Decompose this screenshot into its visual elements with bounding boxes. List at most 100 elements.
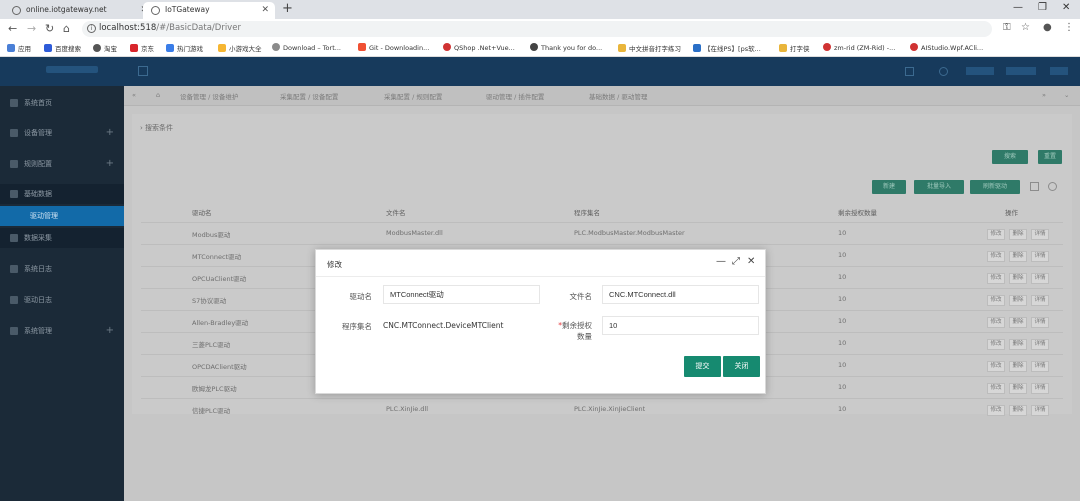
row-action-button[interactable]: 删除 — [1009, 229, 1027, 240]
close-button[interactable]: 关闭 — [723, 356, 760, 377]
bookmark-item[interactable]: 淘宝 — [93, 43, 117, 53]
close-window-button[interactable]: ✕ — [1062, 2, 1070, 13]
sidebar-item-syslog[interactable]: 系统日志 — [0, 259, 124, 279]
driver-name-field[interactable]: MTConnect驱动 — [383, 285, 540, 304]
bookmark-item[interactable]: 中文拼音打字练习 — [618, 43, 681, 53]
settings-icon[interactable] — [966, 67, 994, 75]
sidebar-item-rules[interactable]: 规则配置 + — [0, 154, 124, 174]
fullscreen-icon[interactable] — [905, 67, 914, 76]
bookmark-item[interactable]: 热门游戏 — [166, 43, 203, 53]
new-tab-button[interactable]: + — [282, 1, 293, 16]
row-action-button[interactable]: 详情 — [1031, 361, 1049, 372]
row-action-button[interactable]: 详情 — [1031, 251, 1049, 262]
tabs-menu-icon[interactable]: ⌄ — [1064, 91, 1069, 99]
bookmark-item[interactable]: Thank you for do... — [530, 43, 602, 52]
sidebar-item-device[interactable]: 设备管理 + — [0, 123, 124, 143]
tabs-next-icon[interactable]: » — [1042, 91, 1046, 99]
sidebar-item-driver-log[interactable]: 驱动日志 — [0, 290, 124, 310]
row-action-button[interactable]: 详情 — [1031, 317, 1049, 328]
row-action-button[interactable]: 详情 — [1031, 229, 1049, 240]
user-menu[interactable] — [1006, 67, 1036, 75]
home-icon[interactable]: ⌂ — [156, 91, 160, 99]
close-icon[interactable]: ✕ — [747, 256, 755, 267]
sidebar-item-driver[interactable]: 驱动管理 — [0, 206, 124, 226]
logout-icon[interactable] — [1050, 67, 1068, 75]
sidebar-item-collect[interactable]: 数据采集 — [0, 228, 124, 248]
bookmark-item[interactable]: 京东 — [130, 43, 154, 53]
search-button[interactable]: 搜索 — [992, 150, 1028, 164]
home-icon[interactable]: ⌂ — [63, 22, 70, 35]
row-action-button[interactable]: 删除 — [1009, 361, 1027, 372]
license-count-field[interactable]: 10 — [602, 316, 759, 335]
bookmark-item[interactable]: 小游戏大全 — [218, 43, 262, 53]
notification-icon[interactable] — [939, 67, 948, 76]
row-action-button[interactable]: 删除 — [1009, 339, 1027, 350]
row-action-button[interactable]: 修改 — [987, 405, 1005, 416]
site-info-icon[interactable]: i — [87, 24, 96, 33]
export-icon[interactable] — [1048, 182, 1057, 191]
maximize-icon[interactable]: ⤢ — [732, 256, 740, 267]
profile-icon[interactable]: ● — [1043, 22, 1052, 33]
menu-icon[interactable]: ⋮ — [1064, 22, 1074, 33]
tab-driver-manage[interactable]: 基础数据 / 驱动管理 — [589, 91, 647, 101]
row-action-button[interactable]: 详情 — [1031, 339, 1049, 350]
batch-import-button[interactable]: 批量导入 — [914, 180, 964, 194]
forward-icon[interactable]: → — [27, 22, 36, 35]
tab-device-maintain[interactable]: 设备管理 / 设备维护 — [180, 91, 238, 101]
bookmark-item[interactable]: 百度搜索 — [44, 43, 81, 53]
reload-icon[interactable]: ↻ — [45, 22, 54, 35]
minimize-button[interactable]: — — [1013, 2, 1023, 13]
tab-rule-config[interactable]: 采集配置 / 规则配置 — [384, 91, 442, 101]
new-button[interactable]: 新建 — [872, 180, 906, 194]
row-action-button[interactable]: 详情 — [1031, 273, 1049, 284]
row-action-button[interactable]: 删除 — [1009, 383, 1027, 394]
row-action-button[interactable]: 修改 — [987, 229, 1005, 240]
columns-icon[interactable] — [1030, 182, 1039, 191]
row-action-button[interactable]: 修改 — [987, 251, 1005, 262]
row-action-button[interactable]: 修改 — [987, 361, 1005, 372]
close-tab-icon[interactable]: ✕ — [261, 2, 269, 18]
bookmark-item[interactable]: Git - Downloadin... — [358, 43, 429, 52]
row-action-button[interactable]: 详情 — [1031, 383, 1049, 394]
row-action-button[interactable]: 修改 — [987, 383, 1005, 394]
bookmark-item[interactable]: 打字侠 — [779, 43, 810, 53]
minimize-icon[interactable]: — — [716, 256, 726, 267]
table-row[interactable]: Modbus驱动 ModbusMaster.dll PLC.ModbusMaster… — [141, 222, 1063, 244]
key-icon[interactable]: ⚿ — [1003, 22, 1011, 33]
bookmark-item[interactable]: AIStudio.Wpf.ACli... — [910, 43, 983, 52]
bookmark-item[interactable]: QShop .Net+Vue... — [443, 43, 515, 52]
row-action-button[interactable]: 修改 — [987, 339, 1005, 350]
maximize-button[interactable]: ❐ — [1038, 2, 1047, 13]
bookmark-item[interactable]: 【在线PS】[ps软... — [693, 43, 761, 53]
sidebar-item-home[interactable]: 系统首页 — [0, 93, 124, 113]
row-action-button[interactable]: 删除 — [1009, 405, 1027, 416]
tab-plugin-config[interactable]: 驱动管理 / 插件配置 — [486, 91, 544, 101]
bookmark-item[interactable]: Download – Tort... — [272, 43, 341, 52]
row-action-button[interactable]: 删除 — [1009, 251, 1027, 262]
table-row[interactable]: 信捷PLC驱动 PLC.XinJie.dll PLC.XinJie.XinJieCl… — [141, 398, 1063, 420]
row-action-button[interactable]: 详情 — [1031, 295, 1049, 306]
tabs-prev-icon[interactable]: « — [132, 91, 136, 99]
row-action-button[interactable]: 删除 — [1009, 317, 1027, 328]
bookmark-item[interactable]: zm-rid (ZM-Rid) -... — [823, 43, 895, 52]
menu-toggle-icon[interactable] — [138, 66, 148, 76]
row-action-button[interactable]: 修改 — [987, 317, 1005, 328]
search-toggle[interactable]: › 搜索条件 — [140, 123, 173, 133]
bookmark-item[interactable]: 应用 — [7, 43, 31, 53]
url-input[interactable]: i localhost:518/#/BasicData/Driver — [82, 21, 992, 37]
browser-tab[interactable]: online.iotgateway.net ✕ — [4, 2, 154, 19]
reset-button[interactable]: 重置 — [1038, 150, 1062, 164]
row-action-button[interactable]: 修改 — [987, 295, 1005, 306]
row-action-button[interactable]: 详情 — [1031, 405, 1049, 416]
file-name-field[interactable]: CNC.MTConnect.dll — [602, 285, 759, 304]
back-icon[interactable]: ← — [8, 22, 17, 35]
browser-tab-active[interactable]: IoTGateway ✕ — [143, 2, 275, 19]
tab-device-config[interactable]: 采集配置 / 设备配置 — [280, 91, 338, 101]
row-action-button[interactable]: 删除 — [1009, 295, 1027, 306]
star-icon[interactable]: ☆ — [1021, 22, 1030, 33]
sidebar-item-system[interactable]: 系统管理 + — [0, 321, 124, 341]
sidebar-item-basic-data[interactable]: 基础数据 — [0, 184, 124, 204]
row-action-button[interactable]: 删除 — [1009, 273, 1027, 284]
row-action-button[interactable]: 修改 — [987, 273, 1005, 284]
refresh-driver-button[interactable]: 刷新驱动 — [970, 180, 1020, 194]
